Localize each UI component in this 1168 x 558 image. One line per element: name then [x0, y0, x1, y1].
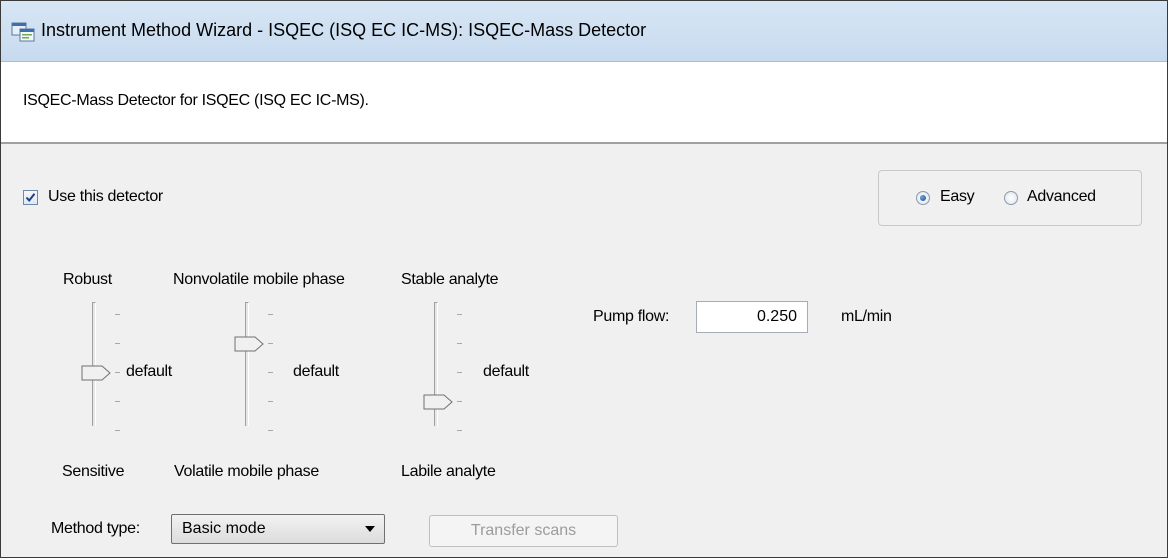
slider-tick — [115, 314, 120, 315]
checkmark-icon — [25, 193, 36, 203]
slider-tick — [457, 314, 462, 315]
nonvolatile-label: Nonvolatile mobile phase — [173, 271, 345, 288]
analyte-slider-thumb[interactable] — [423, 394, 453, 410]
slider-tick — [457, 430, 462, 431]
volatile-label: Volatile mobile phase — [174, 463, 319, 480]
robust-value-label: default — [126, 363, 172, 380]
mobile-phase-track[interactable] — [245, 302, 249, 426]
method-type-value: Basic mode — [182, 520, 266, 537]
detector-settings: Use this detector Easy Advanced Robust d… — [1, 144, 1167, 557]
dropdown-arrow-icon — [365, 526, 375, 532]
method-type-dropdown[interactable]: Basic mode — [171, 514, 385, 544]
description-text: ISQEC-Mass Detector for ISQEC (ISQ EC IC… — [23, 92, 369, 109]
description-panel: ISQEC-Mass Detector for ISQEC (ISQ EC IC… — [1, 62, 1167, 144]
labile-analyte-label: Labile analyte — [401, 463, 496, 480]
robust-sensitive-track[interactable] — [92, 302, 96, 426]
pump-flow-unit: mL/min — [841, 308, 892, 325]
sensitive-label: Sensitive — [62, 463, 125, 480]
slider-tick — [115, 372, 120, 373]
wizard-app-icon — [11, 22, 35, 42]
slider-tick — [115, 401, 120, 402]
slider-tick — [457, 401, 462, 402]
slider-tick — [457, 372, 462, 373]
radio-selected-dot — [920, 195, 926, 201]
advanced-radio[interactable] — [1004, 191, 1018, 205]
robust-slider-thumb[interactable] — [81, 365, 111, 381]
slider-tick — [268, 401, 273, 402]
transfer-scans-button[interactable]: Transfer scans — [429, 515, 618, 547]
mobile-phase-slider-thumb[interactable] — [234, 336, 264, 352]
use-detector-checkbox[interactable] — [23, 190, 38, 205]
slider-tick — [268, 343, 273, 344]
pump-flow-label: Pump flow: — [593, 308, 670, 325]
window-title: Instrument Method Wizard - ISQEC (ISQ EC… — [41, 20, 647, 40]
slider-tick — [115, 430, 120, 431]
robust-label: Robust — [63, 271, 112, 288]
advanced-label[interactable]: Advanced — [1027, 188, 1096, 206]
slider-tick — [457, 343, 462, 344]
stable-analyte-label: Stable analyte — [401, 271, 499, 288]
analyte-value-label: default — [483, 363, 529, 380]
easy-radio[interactable] — [916, 191, 930, 205]
mobile-phase-value-label: default — [293, 363, 339, 380]
title-bar: Instrument Method Wizard - ISQEC (ISQ EC… — [1, 1, 1167, 62]
wizard-window: Instrument Method Wizard - ISQEC (ISQ EC… — [0, 0, 1168, 558]
slider-tick — [268, 314, 273, 315]
slider-tick — [115, 343, 120, 344]
easy-label[interactable]: Easy — [940, 188, 975, 206]
slider-tick — [268, 430, 273, 431]
use-detector-label[interactable]: Use this detector — [48, 188, 163, 206]
pump-flow-input[interactable]: 0.250 — [696, 301, 808, 333]
method-type-label: Method type: — [51, 520, 140, 537]
mode-group: Easy Advanced — [878, 170, 1142, 226]
slider-tick — [268, 372, 273, 373]
